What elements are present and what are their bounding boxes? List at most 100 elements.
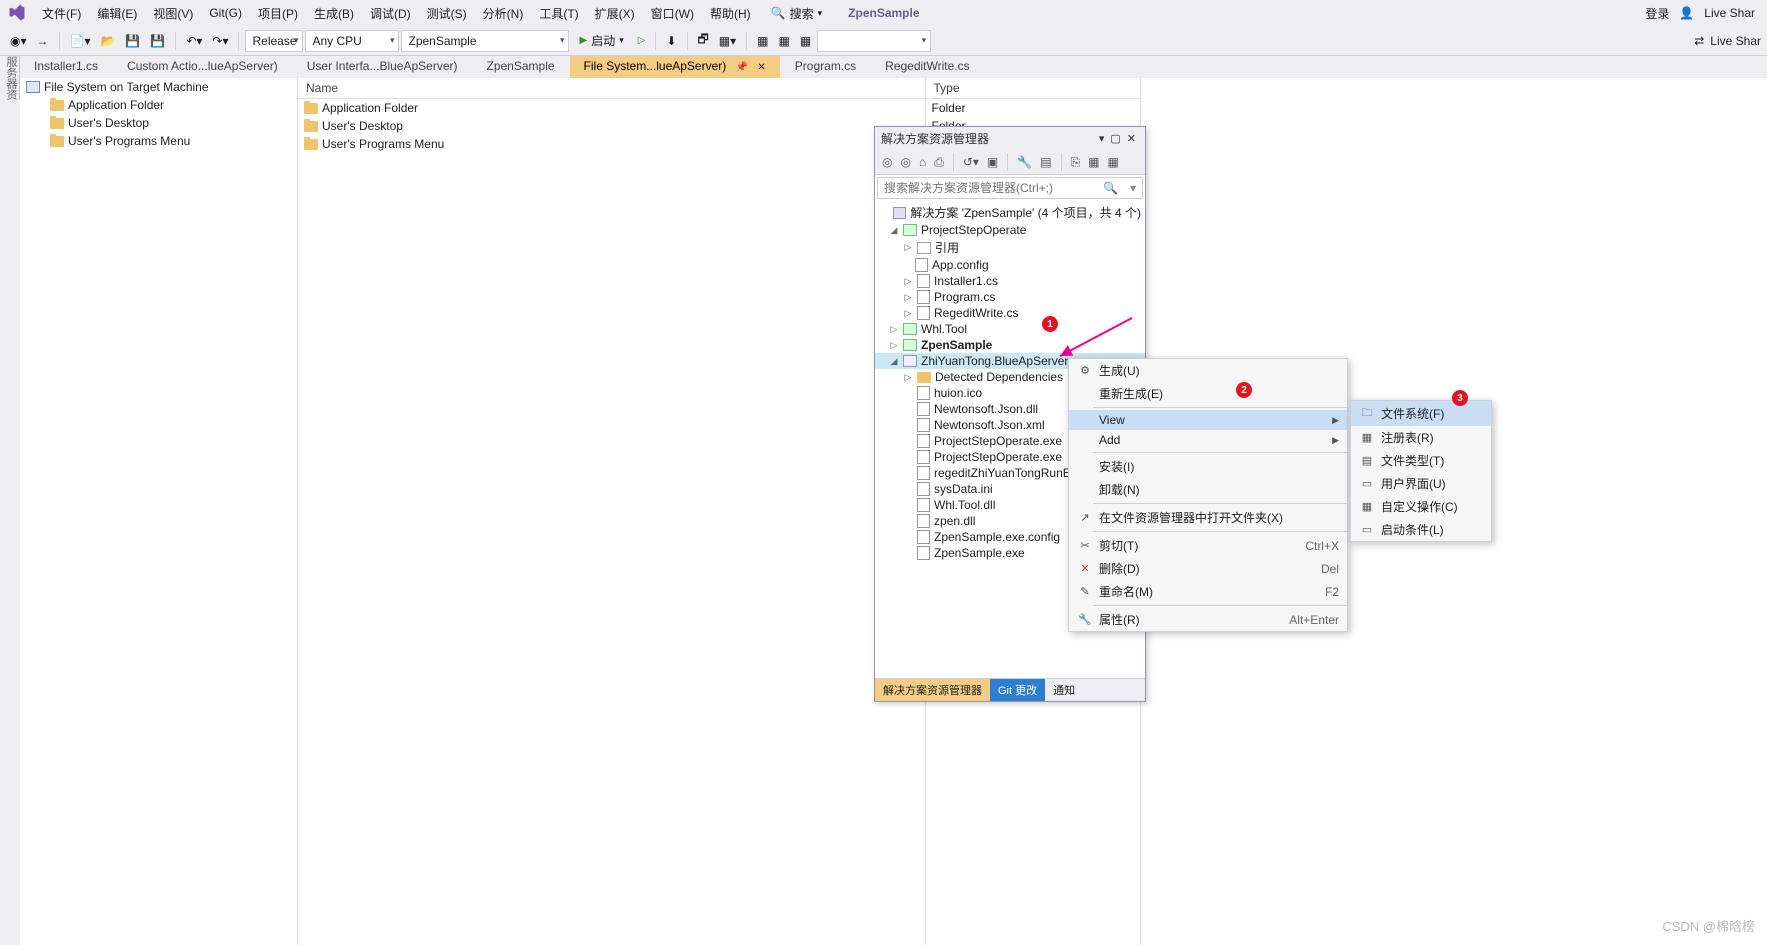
- properties-icon[interactable]: 🔧: [1014, 154, 1035, 170]
- ctx-view-launch[interactable]: ▭启动条件(L): [1351, 518, 1491, 541]
- menu-edit[interactable]: 编辑(E): [89, 2, 145, 25]
- solution-node[interactable]: 解决方案 'ZpenSample' (4 个项目，共 4 个): [875, 203, 1145, 222]
- file-node[interactable]: App.config: [875, 257, 1145, 273]
- ctx-view-registry[interactable]: ▦注册表(R): [1351, 426, 1491, 449]
- ctx-build[interactable]: ⚙生成(U): [1069, 359, 1347, 382]
- search-drop-icon[interactable]: ▾: [1124, 178, 1142, 198]
- tb-btn-4[interactable]: ▦: [775, 31, 794, 51]
- ctx-uninstall[interactable]: 卸载(N): [1069, 478, 1347, 501]
- tb-btn-2[interactable]: ▦▾: [715, 31, 740, 51]
- tab-customactions[interactable]: Custom Actio...lueApServer): [113, 56, 292, 78]
- close-icon[interactable]: ✕: [757, 62, 765, 73]
- menu-test[interactable]: 测试(S): [419, 2, 475, 25]
- undo-button[interactable]: ↶▾: [182, 31, 206, 51]
- ctx-open-explorer[interactable]: ↗在文件资源管理器中打开文件夹(X): [1069, 506, 1347, 529]
- tab-program[interactable]: Program.cs: [781, 56, 870, 78]
- back-button[interactable]: ◉▾: [6, 31, 31, 51]
- menu-debug[interactable]: 调试(D): [362, 2, 419, 25]
- view-icon[interactable]: ▦: [1085, 154, 1102, 170]
- sync-icon[interactable]: ↺▾: [960, 154, 982, 170]
- pin-icon[interactable]: 📌: [736, 62, 748, 73]
- refresh-icon[interactable]: ▦: [1105, 154, 1122, 170]
- solution-explorer-titlebar[interactable]: 解决方案资源管理器 ▾ ▢ ✕: [875, 127, 1145, 150]
- search-icon[interactable]: 🔍: [1097, 178, 1124, 198]
- menu-help[interactable]: 帮助(H): [702, 2, 759, 25]
- tab-notifications[interactable]: 通知: [1045, 679, 1083, 701]
- ctx-install[interactable]: 安装(I): [1069, 455, 1347, 478]
- menu-build[interactable]: 生成(B): [306, 2, 362, 25]
- tree-root[interactable]: File System on Target Machine: [20, 78, 297, 96]
- tab-regeditwrite[interactable]: RegeditWrite.cs: [871, 56, 983, 78]
- ctx-delete[interactable]: ✕删除(D)Del: [1069, 557, 1347, 580]
- copy-icon[interactable]: ⎘: [1068, 154, 1084, 171]
- tab-zpensample[interactable]: ZpenSample: [473, 56, 569, 78]
- ctx-view[interactable]: View▶: [1069, 410, 1347, 430]
- config-dropdown[interactable]: Release: [245, 30, 303, 52]
- ctx-view-filetypes[interactable]: ▤文件类型(T): [1351, 449, 1491, 472]
- save-all-button[interactable]: 💾: [146, 31, 169, 51]
- list-item[interactable]: User's Desktop: [298, 117, 925, 135]
- menu-extensions[interactable]: 扩展(X): [587, 2, 643, 25]
- search-box[interactable]: 🔍 搜索 ▾: [765, 3, 829, 24]
- references-node[interactable]: ▷引用: [875, 238, 1145, 257]
- collapse-icon[interactable]: ▣: [984, 154, 1001, 170]
- platform-dropdown[interactable]: Any CPU: [305, 30, 399, 52]
- solution-search[interactable]: 🔍 ▾: [877, 177, 1143, 199]
- ctx-rename[interactable]: ✎重命名(M)F2: [1069, 580, 1347, 603]
- ctx-view-filesystem[interactable]: 🗀文件系统(F): [1351, 401, 1491, 426]
- open-button[interactable]: 📂: [96, 31, 119, 51]
- ctx-cut[interactable]: ✂剪切(T)Ctrl+X: [1069, 534, 1347, 557]
- menu-project[interactable]: 项目(P): [250, 2, 306, 25]
- tab-solution-explorer[interactable]: 解决方案资源管理器: [875, 679, 990, 701]
- user-icon[interactable]: 👤: [1679, 6, 1694, 20]
- new-project-button[interactable]: 📄▾: [66, 31, 95, 51]
- menu-git[interactable]: Git(G): [201, 3, 250, 23]
- tree-item[interactable]: User's Programs Menu: [20, 132, 297, 150]
- save-button[interactable]: 💾: [121, 31, 144, 51]
- tab-installer1[interactable]: Installer1.cs: [20, 56, 112, 78]
- file-node[interactable]: ▷Installer1.cs: [875, 273, 1145, 289]
- column-header-name[interactable]: Name: [298, 78, 925, 99]
- menu-window[interactable]: 窗口(W): [643, 2, 702, 25]
- tab-userinterface[interactable]: User Interfa...BlueApServer): [293, 56, 472, 78]
- list-item[interactable]: Application Folder: [298, 99, 925, 117]
- tab-git-changes[interactable]: Git 更改: [990, 679, 1045, 701]
- nav-fwd-icon[interactable]: ◎: [897, 154, 913, 170]
- liveshare-link[interactable]: Live Shar: [1704, 6, 1755, 20]
- ctx-add[interactable]: Add▶: [1069, 430, 1347, 450]
- column-header-type[interactable]: Type: [926, 78, 1140, 99]
- menu-view[interactable]: 视图(V): [145, 2, 201, 25]
- panel-close-icon[interactable]: ✕: [1124, 132, 1139, 145]
- startup-dropdown[interactable]: ZpenSample: [401, 30, 569, 52]
- side-toolwindow-tab[interactable]: 服务器资: [0, 56, 20, 100]
- ctx-view-custom[interactable]: ▦自定义操作(C): [1351, 495, 1491, 518]
- redo-button[interactable]: ↷▾: [208, 31, 232, 51]
- login-link[interactable]: 登录: [1645, 5, 1669, 22]
- ctx-rebuild[interactable]: 重新生成(E): [1069, 382, 1347, 405]
- tb-btn-3[interactable]: ▦: [753, 31, 772, 51]
- tree-item[interactable]: User's Desktop: [20, 114, 297, 132]
- step-button[interactable]: ⬇: [662, 31, 680, 51]
- switch-view-icon[interactable]: ⎙: [931, 154, 947, 171]
- file-node[interactable]: ▷Program.cs: [875, 289, 1145, 305]
- ctx-properties[interactable]: 🔧属性(R)Alt+Enter: [1069, 608, 1347, 631]
- tb-btn-5[interactable]: ▦: [796, 31, 815, 51]
- list-item[interactable]: User's Programs Menu: [298, 135, 925, 153]
- start-nodebug-button[interactable]: ▷: [634, 32, 650, 49]
- solution-search-input[interactable]: [878, 178, 1097, 198]
- menu-analyze[interactable]: 分析(N): [475, 2, 532, 25]
- home-icon[interactable]: ⌂: [916, 154, 929, 170]
- panel-dropdown-icon[interactable]: ▾: [1096, 132, 1108, 145]
- nav-back-icon[interactable]: ◎: [879, 154, 895, 170]
- menu-tools[interactable]: 工具(T): [531, 2, 586, 25]
- find-dropdown[interactable]: [817, 30, 931, 52]
- panel-maximize-icon[interactable]: ▢: [1107, 132, 1123, 145]
- tree-item[interactable]: Application Folder: [20, 96, 297, 114]
- ctx-view-ui[interactable]: ▭用户界面(U): [1351, 472, 1491, 495]
- tb-btn-1[interactable]: 🗗: [694, 27, 713, 54]
- menu-file[interactable]: 文件(F): [34, 2, 89, 25]
- showall-icon[interactable]: ▤: [1037, 154, 1054, 170]
- tab-filesystem[interactable]: File System...lueApServer) 📌 ✕: [570, 56, 780, 78]
- start-debug-button[interactable]: ▶ 启动 ▾: [571, 30, 631, 51]
- liveshare-icon[interactable]: ⇄: [1690, 31, 1708, 51]
